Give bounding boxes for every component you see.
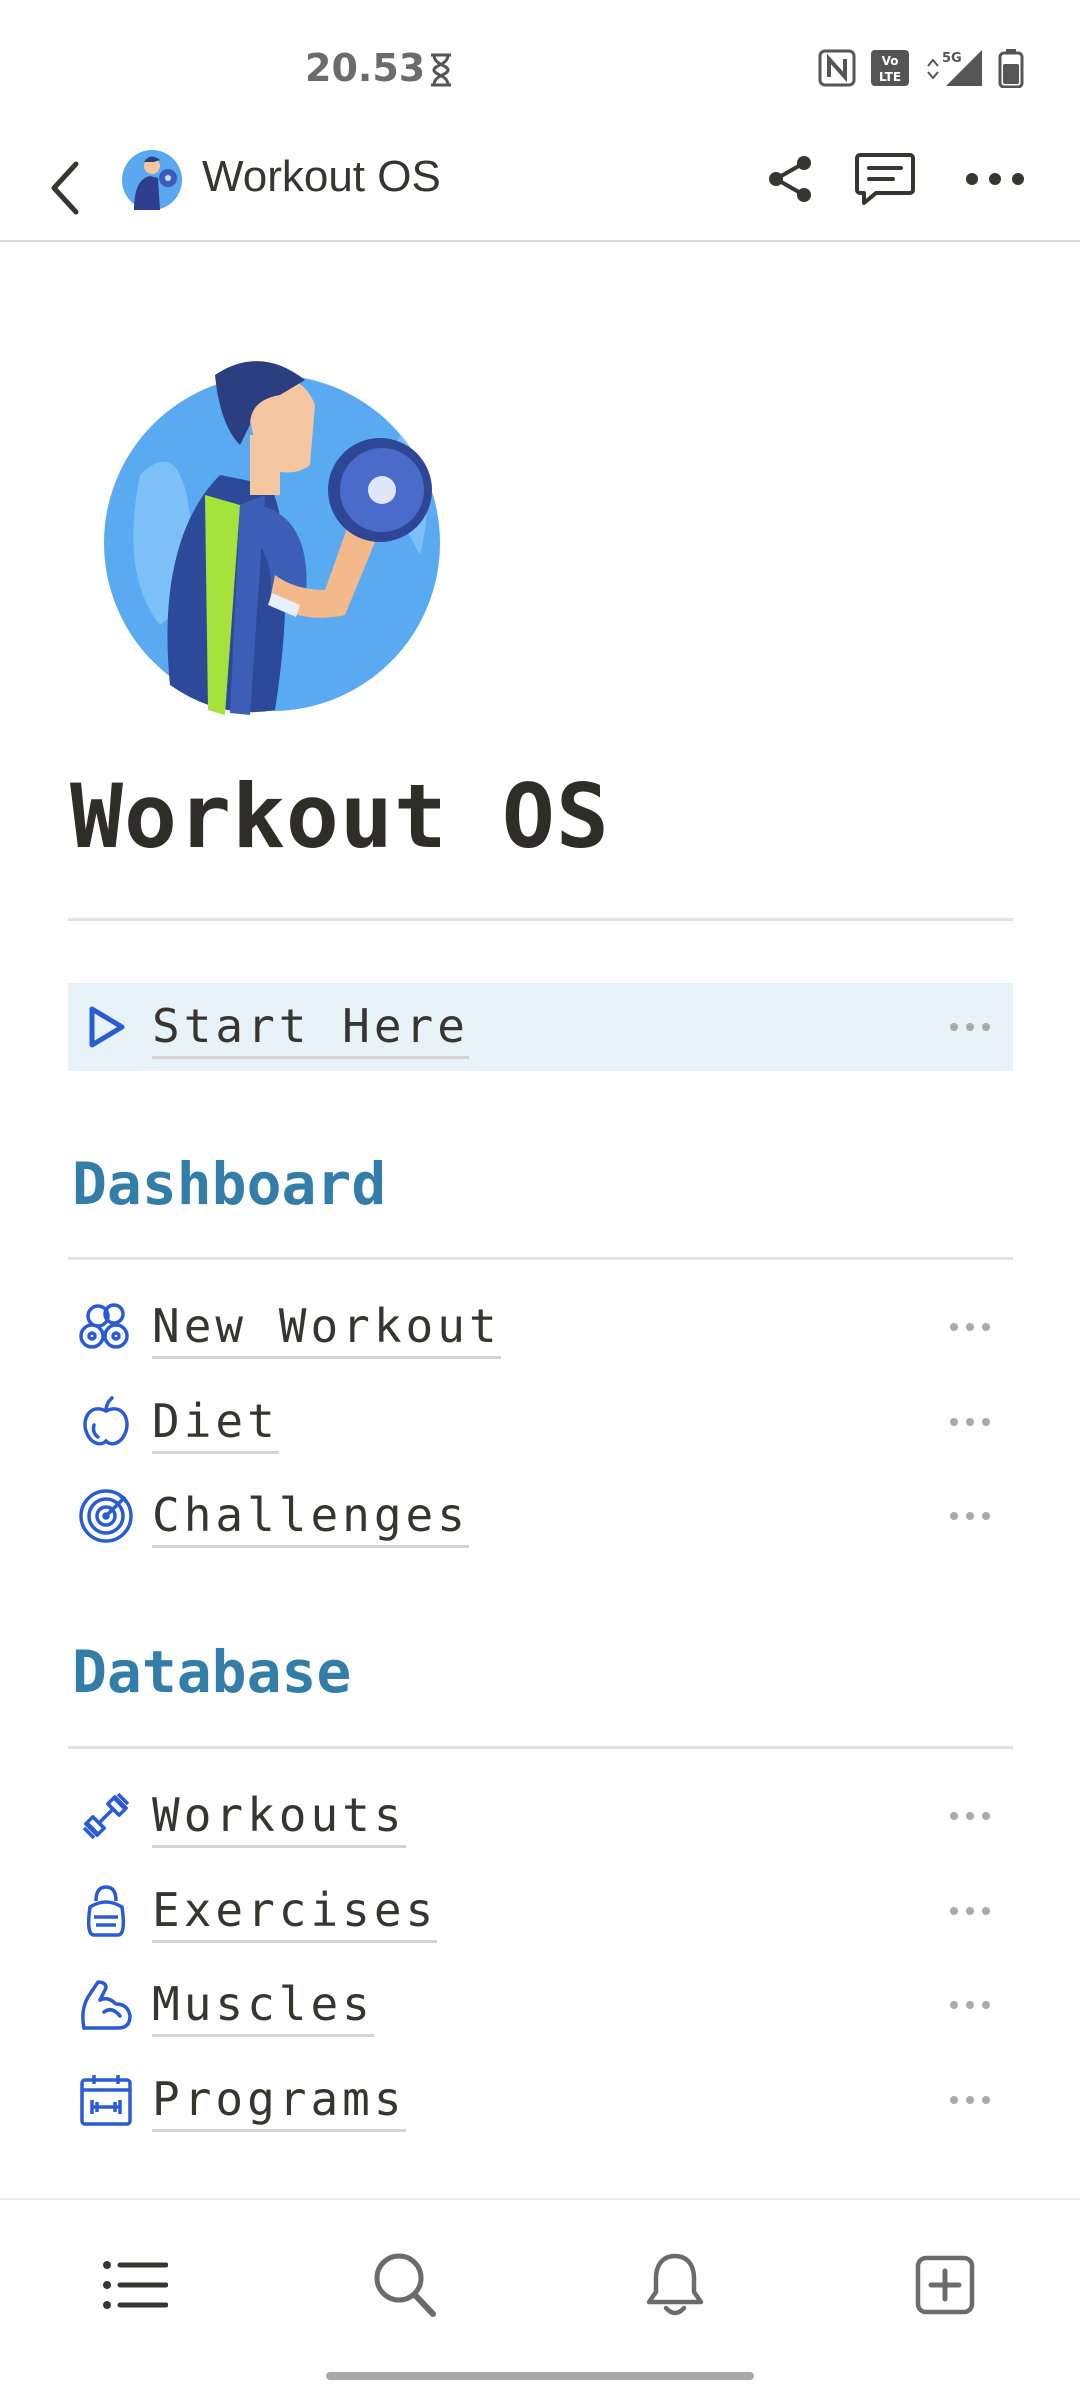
target-icon	[76, 1486, 136, 1546]
sidebar-button[interactable]	[90, 2242, 180, 2332]
start-here-link[interactable]: Start Here	[152, 998, 469, 1059]
muscles-link[interactable]: Muscles	[152, 1976, 374, 2037]
comment-icon	[854, 151, 916, 212]
new-page-button[interactable]	[900, 2242, 990, 2332]
muscles-more-button[interactable]	[940, 1985, 1000, 2025]
bicep-icon	[76, 1975, 136, 2035]
programs-link[interactable]: Programs	[152, 2071, 406, 2132]
more-options-button[interactable]	[955, 146, 1035, 216]
svg-text:5G: 5G	[942, 51, 962, 66]
dashboard-heading: Dashboard	[72, 1150, 387, 1218]
new-workout-link[interactable]: New Workout	[152, 1298, 501, 1359]
comments-button[interactable]	[850, 146, 920, 216]
new-workout-more-button[interactable]	[940, 1307, 1000, 1347]
hourglass-icon	[426, 52, 456, 93]
more-horizontal-icon	[950, 1023, 990, 1031]
database-divider	[68, 1746, 1013, 1749]
svg-text:LTE: LTE	[879, 70, 901, 84]
status-time: 20.53	[305, 46, 426, 90]
top-app-bar: Workout OS	[0, 140, 1080, 242]
diet-more-button[interactable]	[940, 1402, 1000, 1442]
exercises-link[interactable]: Exercises	[152, 1882, 438, 1943]
plus-square-icon	[915, 2255, 975, 2320]
dashboard-divider	[68, 1257, 1013, 1260]
status-bar: 20.53 Vo LTE 5G	[0, 0, 1080, 140]
workouts-more-button[interactable]	[940, 1796, 1000, 1836]
page-title[interactable]: Workout OS	[70, 765, 610, 868]
workouts-link[interactable]: Workouts	[152, 1787, 406, 1848]
kettlebell-icon	[76, 1881, 136, 1941]
list-icon	[102, 2260, 169, 2315]
dumbbell-icon	[76, 1786, 136, 1846]
home-indicator[interactable]	[326, 2372, 754, 2380]
programs-more-button[interactable]	[940, 2080, 1000, 2120]
notifications-button[interactable]	[630, 2242, 720, 2332]
battery-icon	[998, 48, 1024, 93]
share-icon	[766, 154, 814, 209]
search-icon	[373, 2252, 437, 2323]
challenges-link[interactable]: Challenges	[152, 1487, 469, 1548]
play-icon	[76, 997, 136, 1057]
more-horizontal-icon	[965, 172, 1025, 191]
database-heading: Database	[72, 1638, 352, 1706]
page-icon[interactable]	[100, 355, 445, 715]
challenges-more-button[interactable]	[940, 1496, 1000, 1536]
apple-icon	[76, 1392, 136, 1452]
chevron-left-icon	[48, 160, 82, 221]
weights-icon	[76, 1297, 136, 1357]
top-bar-title: Workout OS	[202, 152, 441, 201]
nfc-icon	[818, 49, 856, 92]
back-button[interactable]	[30, 150, 100, 230]
calendar-icon	[76, 2070, 136, 2130]
exercises-more-button[interactable]	[940, 1891, 1000, 1931]
share-button[interactable]	[760, 146, 820, 216]
svg-text:Vo: Vo	[882, 54, 899, 68]
start-here-more-button[interactable]	[940, 1007, 1000, 1047]
bell-icon	[644, 2252, 706, 2323]
page-icon-small	[120, 148, 184, 212]
diet-link[interactable]: Diet	[152, 1393, 279, 1454]
search-button[interactable]	[360, 2242, 450, 2332]
title-divider	[68, 918, 1013, 921]
signal-5g-icon: 5G	[924, 48, 984, 93]
volte-icon: Vo LTE	[870, 49, 910, 92]
